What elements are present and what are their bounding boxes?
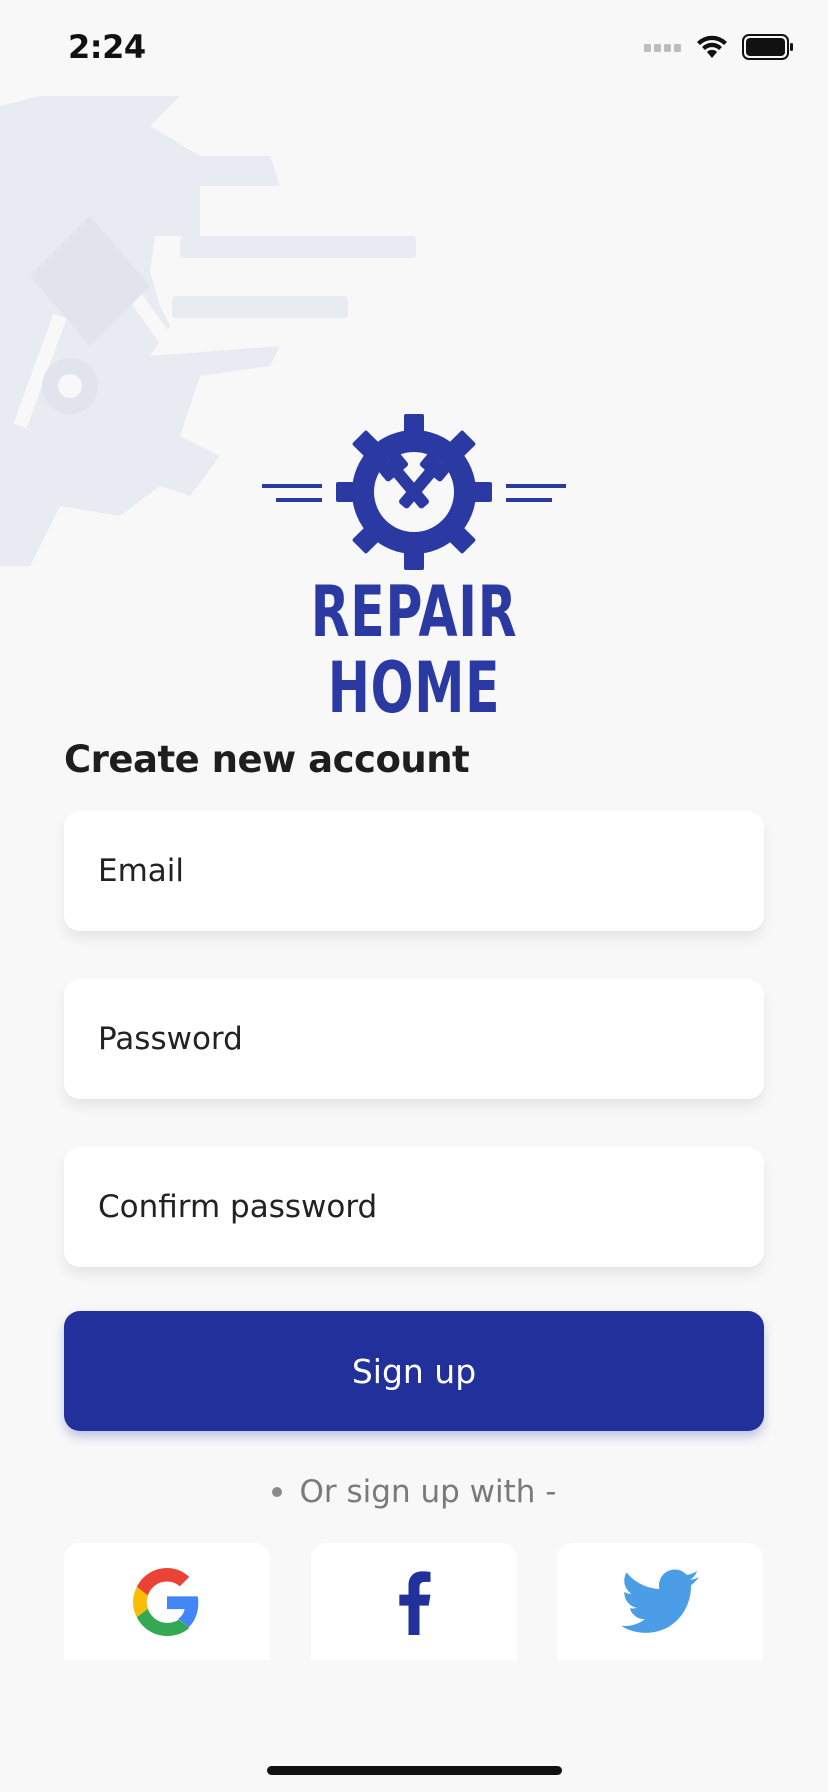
page-title: Create new account [64,738,470,781]
email-input[interactable] [96,852,764,890]
brand-name: REPAIR HOME [310,571,518,729]
sign-up-button[interactable]: Sign up [64,1311,764,1431]
confirm-password-field[interactable] [64,1147,764,1267]
social-divider: Or sign up with - [0,1474,828,1510]
email-field[interactable] [64,811,764,931]
confirm-password-input[interactable] [96,1188,764,1226]
wifi-icon [697,35,727,58]
status-time: 2:24 [68,28,146,66]
repair-home-logo: REPAIR HOME [262,414,566,726]
facebook-signup-button[interactable] [311,1543,517,1660]
divider-text: Or sign up with - [299,1474,557,1510]
password-input[interactable] [96,1020,764,1058]
google-icon [133,1567,199,1636]
bullet-dot [271,1487,282,1497]
password-field[interactable] [64,979,764,1099]
gear-pistons-icon [262,414,566,570]
status-icons [644,34,794,60]
status-bar: 2:24 [0,0,828,96]
google-signup-button[interactable] [64,1543,270,1660]
twitter-icon [621,1569,699,1633]
home-indicator [267,1766,562,1775]
battery-icon [742,34,793,60]
facebook-icon [399,1570,431,1635]
signal-icon [644,44,681,52]
twitter-signup-button[interactable] [557,1543,763,1660]
